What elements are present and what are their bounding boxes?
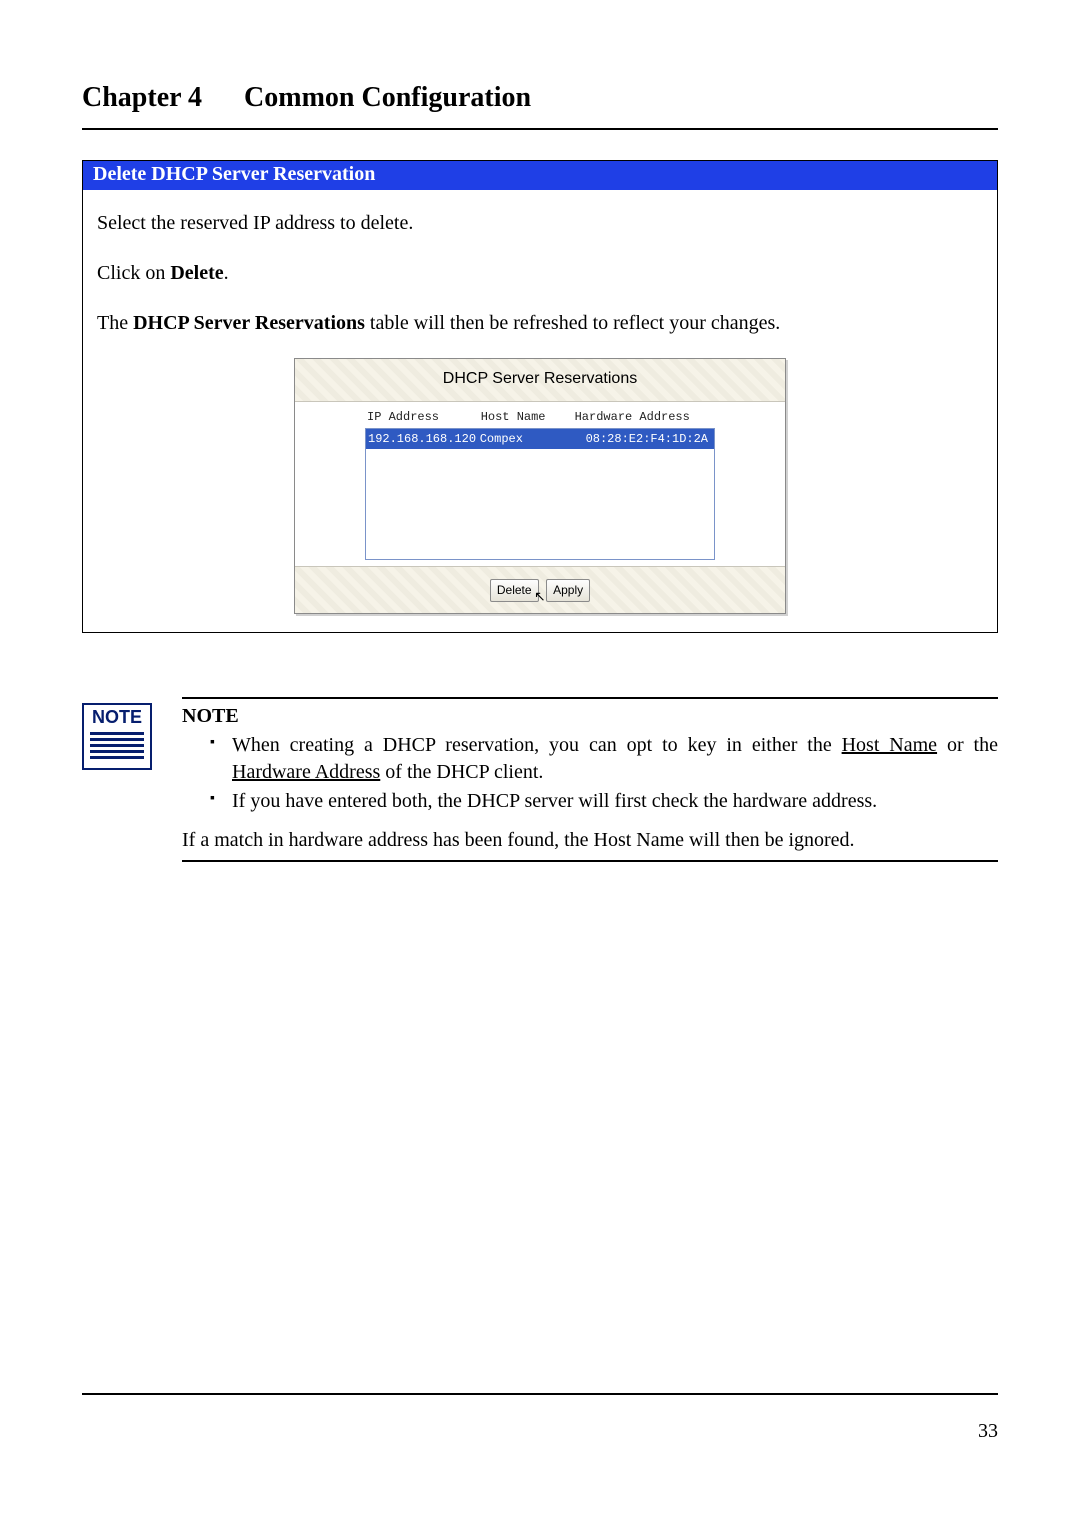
col-hardware-address: Hardware Address	[575, 408, 713, 426]
note-list: When creating a DHCP reservation, you ca…	[182, 732, 998, 815]
dhcp-table-area: IP Address Host Name Hardware Address 19…	[295, 402, 785, 566]
dhcp-table-header: IP Address Host Name Hardware Address	[365, 406, 715, 428]
text-fragment: The	[97, 312, 133, 334]
text-fragment: Click on	[97, 262, 170, 284]
text-fragment: or the	[937, 734, 998, 756]
note-rule-bottom	[182, 860, 998, 862]
instruction-select: Select the reserved IP address to delete…	[97, 208, 983, 238]
text-fragment: of the DHCP client.	[380, 761, 543, 783]
apply-button[interactable]: Apply	[546, 579, 590, 602]
page-number: 33	[978, 1420, 998, 1443]
cell-ip: 192.168.168.120	[368, 430, 480, 448]
note-block: NOTE NOTE When creating a DHCP reservati…	[82, 697, 998, 862]
text-strong-table: DHCP Server Reservations	[133, 312, 365, 334]
cell-host: Compex	[480, 430, 572, 448]
text-strong-delete: Delete	[170, 262, 223, 284]
text-fragment: .	[224, 262, 229, 284]
text-fragment: When creating a DHCP reservation, you ca…	[232, 734, 842, 756]
chapter-rule	[82, 128, 998, 130]
note-heading: NOTE	[182, 703, 998, 730]
note-icon-cell: NOTE	[82, 697, 182, 770]
dhcp-row-selected[interactable]: 192.168.168.120 Compex 08:28:E2:F4:1D:2A	[366, 429, 714, 449]
delete-button[interactable]: Delete	[490, 579, 539, 602]
note-content: NOTE When creating a DHCP reservation, y…	[182, 697, 998, 862]
screenshot-wrap: DHCP Server Reservations IP Address Host…	[97, 358, 983, 614]
underline-host-name: Host Name	[842, 734, 937, 756]
section-body: Select the reserved IP address to delete…	[83, 190, 997, 632]
instruction-click-delete: Click on Delete.	[97, 258, 983, 288]
note-icon: NOTE	[82, 703, 152, 770]
note-item-2: If you have entered both, the DHCP serve…	[210, 788, 998, 815]
cell-hw: 08:28:E2:F4:1D:2A	[572, 430, 712, 448]
instruction-refresh: The DHCP Server Reservations table will …	[97, 308, 983, 338]
note-icon-lines	[84, 728, 150, 768]
dhcp-screenshot: DHCP Server Reservations IP Address Host…	[294, 358, 786, 614]
dhcp-footer: Delete Apply ↖	[295, 566, 785, 613]
section-header: Delete DHCP Server Reservation	[83, 161, 997, 190]
footer-rule	[82, 1393, 998, 1395]
col-ip-address: IP Address	[367, 408, 481, 426]
note-item-1: When creating a DHCP reservation, you ca…	[210, 732, 998, 786]
text-fragment: table will then be refreshed to reflect …	[365, 312, 780, 334]
note-icon-label: NOTE	[84, 705, 150, 728]
underline-hardware-address: Hardware Address	[232, 761, 380, 783]
note-rule-top	[182, 697, 998, 699]
note-paragraph: If a match in hardware address has been …	[182, 827, 998, 854]
chapter-heading: Chapter 4 Common Configuration	[82, 82, 998, 114]
dhcp-screenshot-title: DHCP Server Reservations	[295, 359, 785, 402]
dhcp-listbox[interactable]: 192.168.168.120 Compex 08:28:E2:F4:1D:2A	[365, 428, 715, 560]
section-box: Delete DHCP Server Reservation Select th…	[82, 160, 998, 633]
col-host-name: Host Name	[481, 408, 575, 426]
dhcp-table: IP Address Host Name Hardware Address 19…	[365, 406, 715, 560]
